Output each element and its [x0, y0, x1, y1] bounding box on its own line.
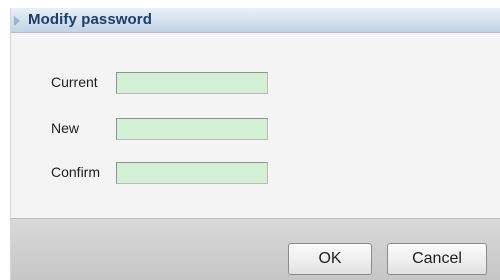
confirm-password-row: Confirm	[11, 162, 500, 186]
dialog-title: Modify password	[28, 11, 153, 28]
ok-button[interactable]: OK	[288, 243, 372, 275]
new-password-input[interactable]	[116, 118, 268, 140]
cancel-button[interactable]: Cancel	[387, 243, 487, 275]
new-password-row: New	[11, 118, 500, 142]
modify-password-dialog: Modify password Current New Confirm OK C…	[10, 8, 500, 280]
current-password-row: Current	[11, 72, 500, 96]
current-password-input[interactable]	[116, 72, 268, 94]
current-password-label: Current	[51, 74, 98, 90]
new-password-label: New	[51, 120, 80, 136]
confirm-password-label: Confirm	[51, 164, 101, 180]
triangle-right-icon	[14, 16, 20, 26]
confirm-password-input[interactable]	[116, 162, 268, 184]
dialog-title-bar[interactable]: Modify password	[11, 8, 500, 33]
dialog-footer: OK Cancel	[11, 218, 500, 280]
